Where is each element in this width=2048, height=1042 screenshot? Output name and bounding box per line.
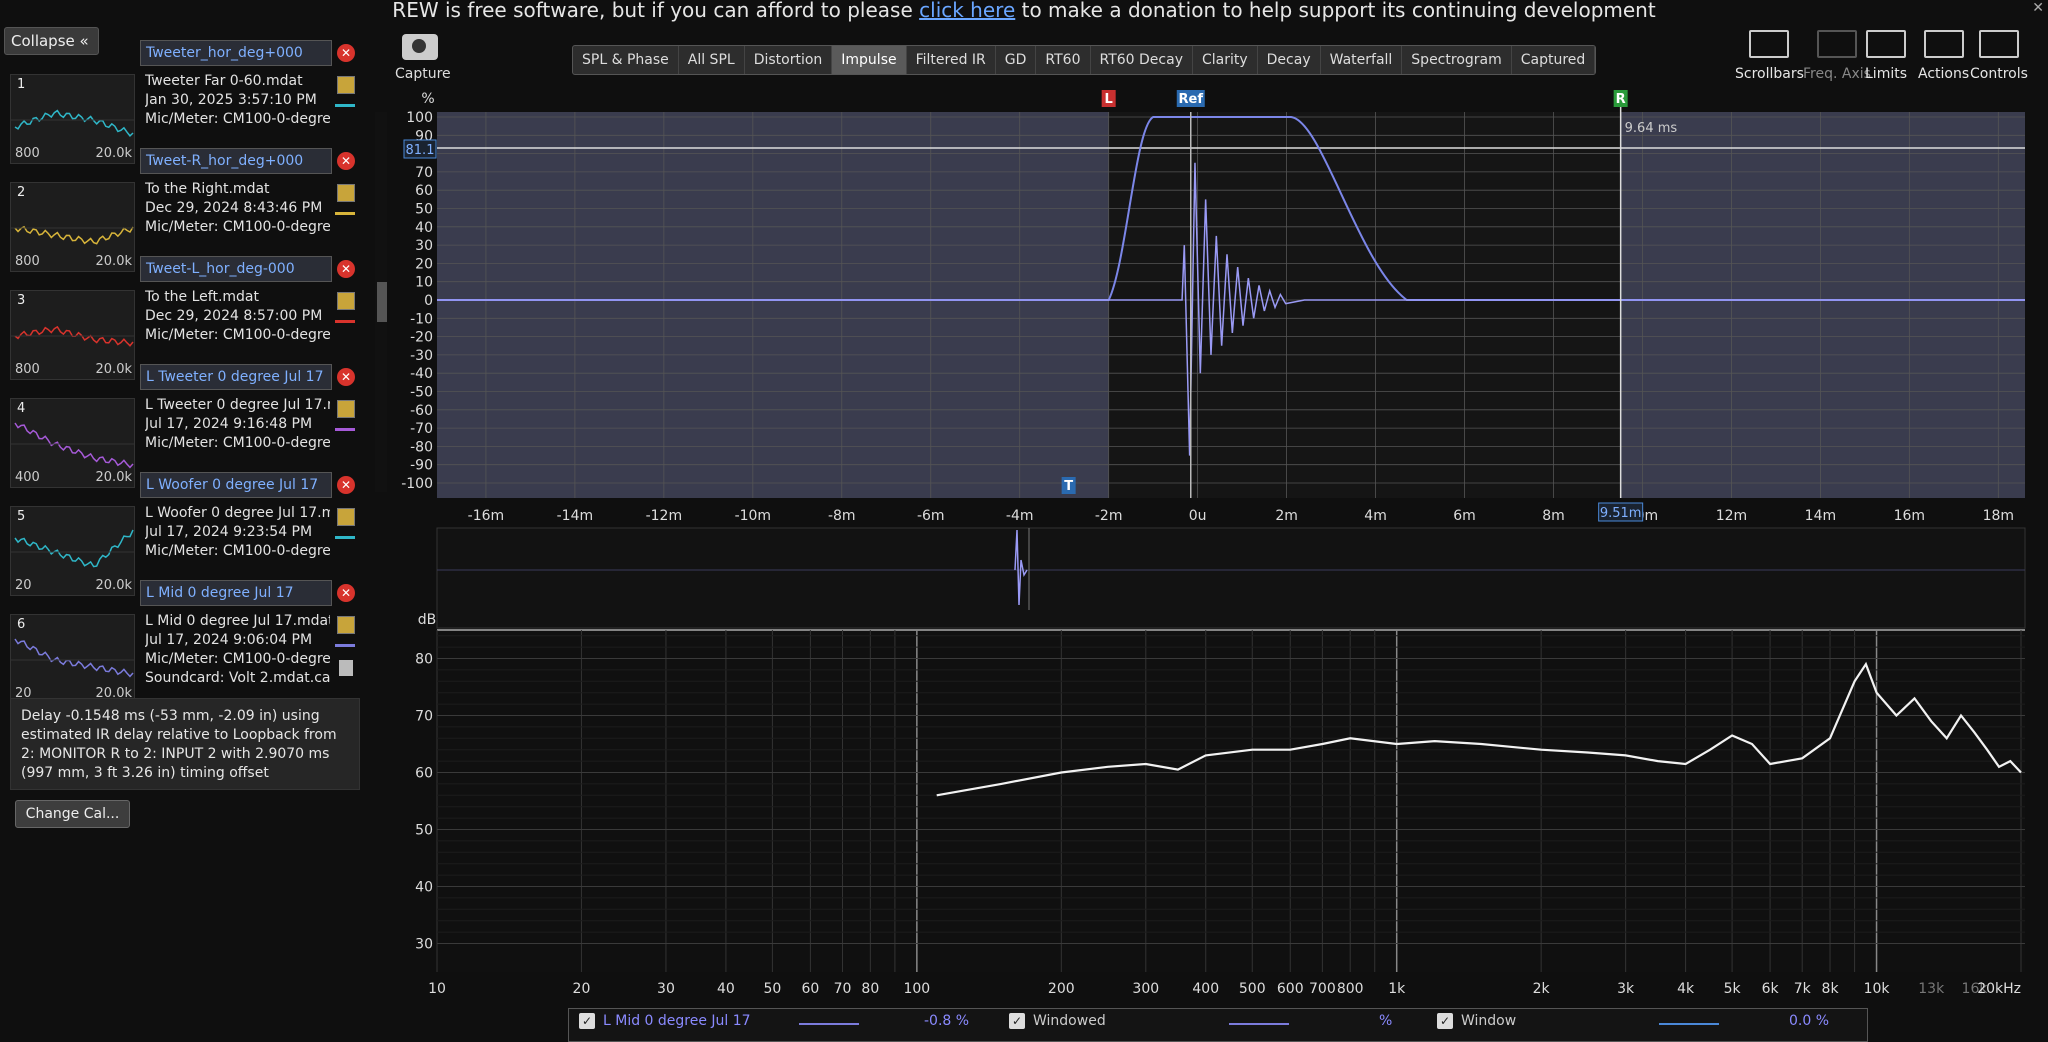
- legend-line-1: [799, 1023, 859, 1025]
- ir-x-tick-label: -2m: [1095, 508, 1123, 524]
- spl-x-tick-label: 60: [801, 981, 819, 997]
- ref-marker-label: Ref: [1179, 92, 1204, 107]
- legend-label-3: Window: [1461, 1013, 1517, 1029]
- spl-x-tick-label: 100: [903, 981, 930, 997]
- legend-value-1: -0.8 %: [924, 1013, 970, 1029]
- ir-y-tick-label: 50: [415, 202, 433, 218]
- ir-x-tick-label: -10m: [735, 508, 772, 524]
- spl-x-tick-label: 10k: [1864, 981, 1891, 997]
- spl-x-tick-label: 30: [657, 981, 675, 997]
- spl-x-tick-label: 300: [1132, 981, 1159, 997]
- ir-y-tick-label: 10: [415, 275, 433, 291]
- legend-item-windowed[interactable]: ✓ Windowed: [1009, 1013, 1106, 1029]
- ir-y-tick-label: -90: [410, 458, 433, 474]
- legend-item-measurement[interactable]: ✓ L Mid 0 degree Jul 17: [579, 1013, 751, 1029]
- ir-x-tick-label: 0u: [1189, 508, 1207, 524]
- ir-y-tick-label: -60: [410, 403, 433, 419]
- spl-x-tick-label: 200: [1048, 981, 1075, 997]
- spl-x-tick-label: 3k: [1617, 981, 1635, 997]
- legend-line-2: [1229, 1023, 1289, 1025]
- checkbox-icon[interactable]: ✓: [579, 1013, 595, 1029]
- ir-y-tick-label: -10: [410, 311, 433, 327]
- checkbox-icon[interactable]: ✓: [1009, 1013, 1025, 1029]
- spl-x-tick-label: 800: [1337, 981, 1364, 997]
- ir-y-tick-label: 0: [424, 293, 433, 309]
- ir-x-tick-label: -6m: [917, 508, 945, 524]
- ir-x-tick-label: 8m: [1542, 508, 1565, 524]
- ir-x-tick-label: 12m: [1716, 508, 1747, 524]
- level-readout: 81.1: [406, 143, 435, 158]
- ir-x-tick-label: 14m: [1805, 508, 1836, 524]
- ir-x-tick-label: -14m: [557, 508, 594, 524]
- ir-y-tick-label: 20: [415, 256, 433, 272]
- ir-x-tick-label: 4m: [1364, 508, 1387, 524]
- right-window-marker-label: R: [1616, 92, 1626, 107]
- spl-x-tick-label: 10: [428, 981, 446, 997]
- spl-y-tick-label: 30: [415, 937, 433, 953]
- checkbox-icon[interactable]: ✓: [1437, 1013, 1453, 1029]
- ir-y-tick-label: -30: [410, 348, 433, 364]
- spl-y-tick-label: 80: [415, 652, 433, 668]
- spl-y-tick-label: 50: [415, 823, 433, 839]
- ir-x-tick-label: 18m: [1983, 508, 2014, 524]
- legend-bar: ✓ L Mid 0 degree Jul 17 -0.8 % ✓ Windowed …: [568, 1008, 1868, 1042]
- spl-x-tick-label: 50: [763, 981, 781, 997]
- spl-x-tick-label: 20kHz: [1977, 981, 2021, 997]
- ir-x-tick-label: -8m: [828, 508, 856, 524]
- spl-x-tick-label: 5k: [1724, 981, 1742, 997]
- spl-y-tick-label: 70: [415, 709, 433, 725]
- cursor-x-readout: 9.51m: [1600, 506, 1642, 521]
- ir-x-tick-label: -12m: [646, 508, 683, 524]
- spl-x-tick-label: 700: [1309, 981, 1336, 997]
- spl-x-tick-label: 6k: [1762, 981, 1780, 997]
- overview-strip: [436, 527, 2026, 629]
- spl-x-tick-label: 7k: [1794, 981, 1812, 997]
- spl-x-tick-label: 4k: [1677, 981, 1695, 997]
- legend-label-1: L Mid 0 degree Jul 17: [603, 1013, 751, 1029]
- ir-y-tick-label: -50: [410, 385, 433, 401]
- ir-y-tick-label: 30: [415, 238, 433, 254]
- ir-x-tick-label: 16m: [1894, 508, 1925, 524]
- legend-line-3: [1659, 1023, 1719, 1025]
- legend-value-3: 0.0 %: [1789, 1013, 1830, 1029]
- ir-y-tick-label: 100: [406, 110, 433, 126]
- spl-x-tick-label: 13k: [1918, 981, 1945, 997]
- ir-x-tick-label: 2m: [1275, 508, 1298, 524]
- ir-x-tick-label: -4m: [1006, 508, 1034, 524]
- spl-x-tick-label: 400: [1192, 981, 1219, 997]
- spl-x-tick-label: 1k: [1388, 981, 1406, 997]
- ir-y-tick-label: 40: [415, 220, 433, 236]
- ir-x-tick-label: 6m: [1453, 508, 1476, 524]
- spl-y-tick-label: 60: [415, 766, 433, 782]
- ir-y-tick-label: -40: [410, 366, 433, 382]
- ir-y-tick-label: 60: [415, 183, 433, 199]
- ir-x-tick-label: -16m: [468, 508, 505, 524]
- spl-x-tick-label: 70: [834, 981, 852, 997]
- ir-y-tick-label: 70: [415, 165, 433, 181]
- spl-x-tick-label: 600: [1277, 981, 1304, 997]
- legend-value-2: %: [1379, 1013, 1393, 1029]
- legend-label-2: Windowed: [1033, 1013, 1106, 1029]
- spl-x-tick-label: 500: [1239, 981, 1266, 997]
- spl-x-tick-label: 20: [573, 981, 591, 997]
- spl-y-tick-label: 40: [415, 880, 433, 896]
- ir-y-tick-label: -70: [410, 421, 433, 437]
- spl-x-tick-label: 2k: [1533, 981, 1551, 997]
- spl-y-unit: dB: [418, 612, 437, 628]
- t-marker-label: T: [1064, 479, 1073, 494]
- cursor-readout: 9.64 ms: [1625, 121, 1678, 136]
- impulse-chart[interactable]: -16m -14m -12m -10m -8m -6m -4m -2m 0u 2m 4m 6m 8m 10…: [0, 0, 2048, 1042]
- spl-x-tick-label: 40: [717, 981, 735, 997]
- legend-item-window[interactable]: ✓ Window: [1437, 1013, 1516, 1029]
- spl-x-tick-label: 80: [861, 981, 879, 997]
- left-window-marker-label: L: [1105, 92, 1113, 107]
- spl-x-tick-label: 8k: [1822, 981, 1840, 997]
- ir-y-tick-label: -100: [401, 476, 433, 492]
- ir-y-unit: %: [421, 91, 434, 107]
- ir-y-tick-label: -80: [410, 439, 433, 455]
- ir-y-tick-label: -20: [410, 330, 433, 346]
